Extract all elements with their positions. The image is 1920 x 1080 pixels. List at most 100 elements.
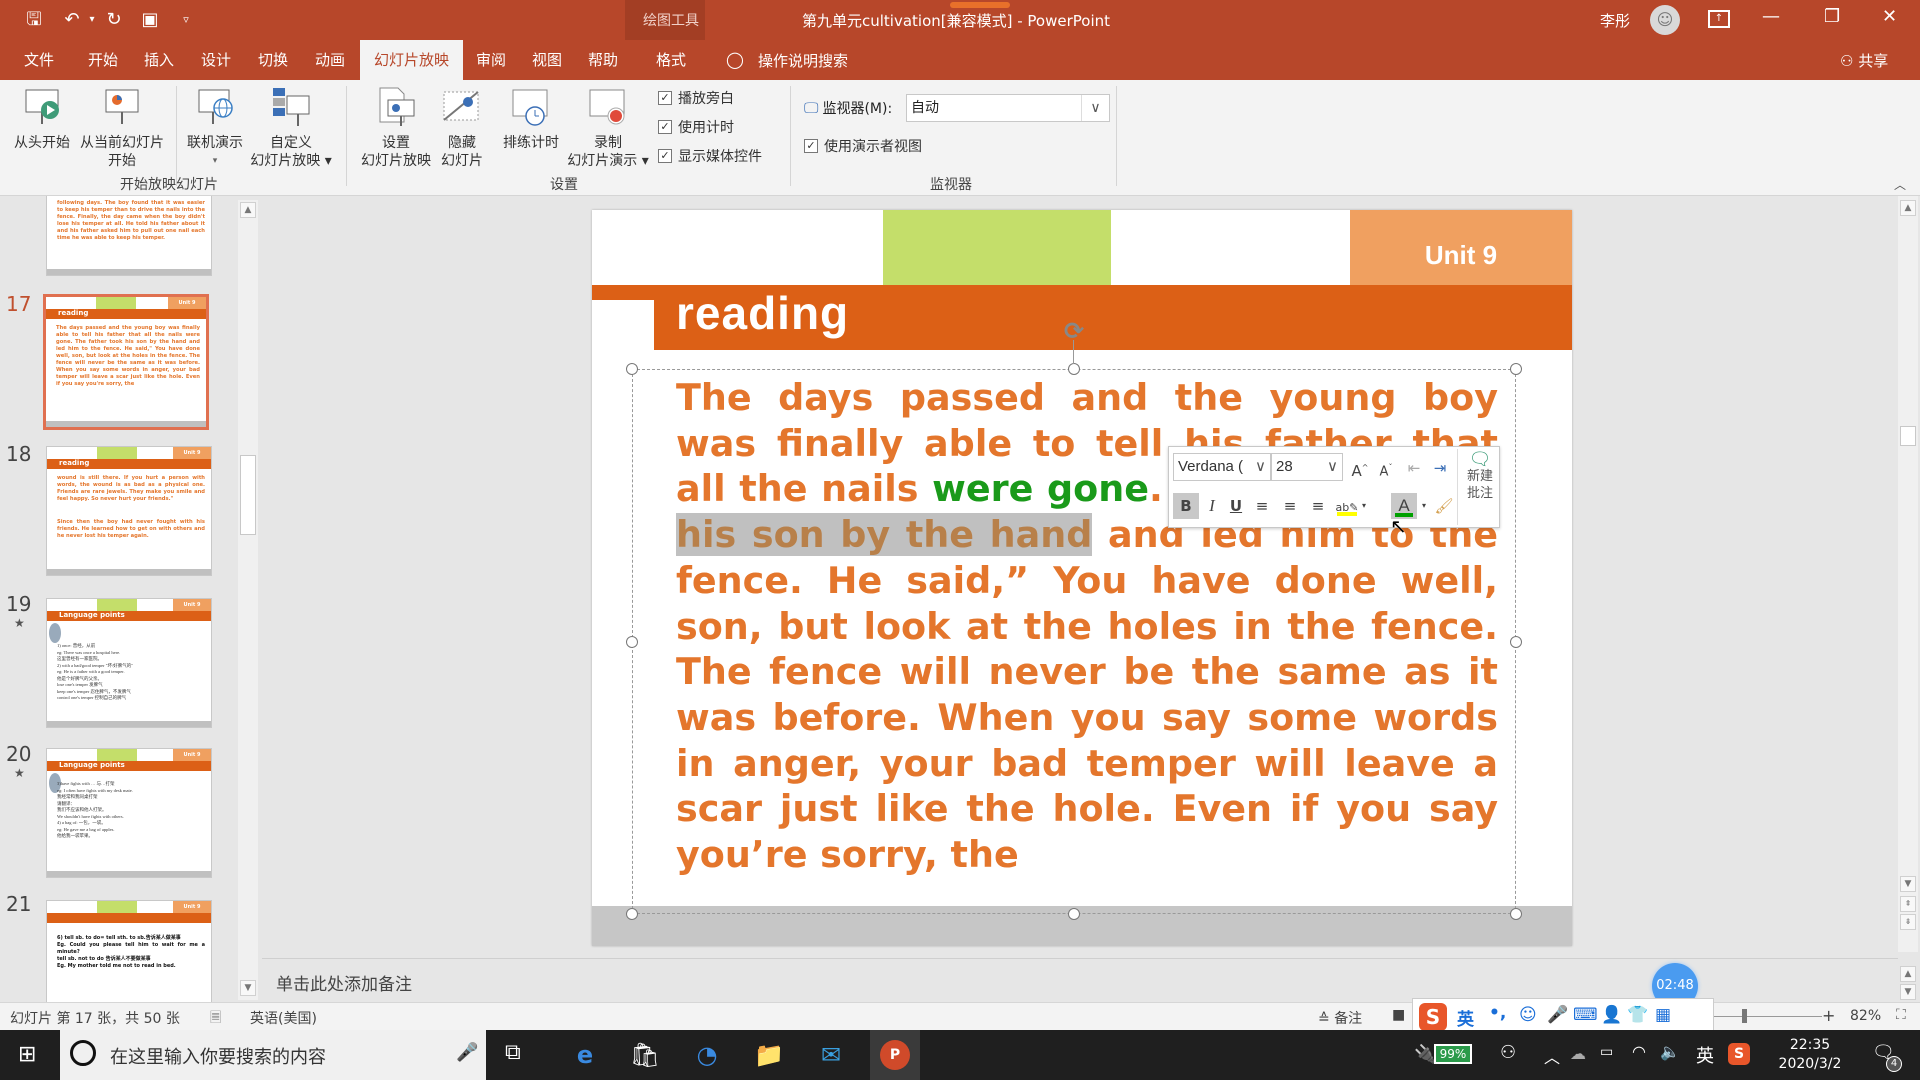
align-center-icon[interactable]: ≡ (1279, 493, 1301, 519)
microphone-icon[interactable]: 🎤 (1547, 1005, 1568, 1025)
align-right-icon[interactable]: ≡ (1307, 493, 1329, 519)
fit-to-window-icon[interactable]: ⛶ (1896, 1007, 1906, 1023)
main-scroll-thumb[interactable] (1900, 426, 1916, 446)
microphone-icon[interactable]: 🎤 (456, 1042, 478, 1063)
resize-handle-bottom[interactable] (1068, 908, 1080, 920)
customize-icon[interactable]: ▿ (174, 8, 198, 32)
undo-dropdown-icon[interactable]: ▾ (80, 8, 104, 32)
bold-button[interactable]: B (1173, 493, 1199, 519)
slide-title[interactable]: reading (676, 286, 849, 340)
tab-transitions[interactable]: 切换 (248, 40, 298, 80)
notes-placeholder[interactable]: 单击此处添加备注 (276, 970, 412, 995)
set-up-slide-show-button[interactable]: 设置 幻灯片放映 (354, 86, 438, 170)
tab-format[interactable]: 格式 (646, 40, 696, 80)
tab-view[interactable]: 视图 (522, 40, 572, 80)
slide-thumbnail-16[interactable]: following days. The boy found that it wa… (46, 196, 212, 276)
thumbnail-scrollbar[interactable]: ▲ ▼ (238, 200, 258, 1000)
slide-thumbnail-17[interactable]: Unit 9 reading The days passed and the y… (43, 294, 209, 430)
toolbox-icon[interactable]: ▦ (1655, 1005, 1671, 1025)
shrink-font-button[interactable]: Aˇ (1375, 455, 1397, 481)
mail-icon[interactable]: ✉ (811, 1038, 851, 1072)
italic-button[interactable]: I (1201, 493, 1223, 519)
zoom-percent[interactable]: 82% (1850, 1008, 1881, 1024)
user-lock-icon[interactable]: 👤 (1601, 1005, 1622, 1025)
skin-icon[interactable]: 👕 (1627, 1005, 1648, 1025)
resize-handle-left[interactable] (626, 636, 638, 648)
resize-handle-top[interactable] (1068, 363, 1080, 375)
store-icon[interactable]: 🛍 (625, 1038, 665, 1072)
font-name-select[interactable]: Verdana ( ∨ (1173, 453, 1271, 481)
file-explorer-icon[interactable]: 📁 (749, 1038, 789, 1072)
new-comment-button[interactable]: 🗨 新建 批注 (1461, 451, 1499, 502)
scroll-down-icon[interactable]: ▼ (240, 980, 256, 996)
redo-icon[interactable]: ↻ (102, 8, 126, 32)
scroll-up-icon[interactable]: ▲ (240, 202, 256, 218)
chevron-down-icon[interactable]: ∨ (1327, 454, 1338, 480)
tab-help[interactable]: 帮助 (578, 40, 628, 80)
clock[interactable]: 22:35 2020/3/2 (1770, 1036, 1850, 1074)
windows-start-icon[interactable]: ⊞ (18, 1042, 36, 1067)
restore-button[interactable]: ❐ (1824, 6, 1840, 27)
ime-punctuation[interactable]: •, (1489, 1003, 1506, 1023)
tell-me-search[interactable]: 操作说明搜索 (758, 50, 848, 71)
next-slide-icon[interactable]: ⇟ (1900, 914, 1916, 930)
play-narrations-checkbox[interactable]: ✓ 播放旁白 (658, 88, 734, 108)
volume-icon[interactable]: 🔈 (1660, 1042, 1680, 1061)
tab-design[interactable]: 设计 (191, 40, 241, 80)
scroll-up-icon[interactable]: ▲ (1900, 200, 1916, 216)
ime-language[interactable]: 英 (1457, 1005, 1474, 1030)
spell-check-icon[interactable]: 🗏 (210, 1007, 221, 1031)
tab-slide-show[interactable]: 幻灯片放映 (360, 40, 464, 80)
avatar[interactable]: ☺ (1650, 5, 1680, 35)
notes-toggle-button[interactable]: ≙ 备注 (1318, 1008, 1362, 1028)
edge-icon[interactable]: e (565, 1038, 605, 1072)
tab-home[interactable]: 开始 (78, 40, 128, 80)
tab-review[interactable]: 审阅 (466, 40, 516, 80)
present-online-button[interactable]: 联机演示 ▾ (180, 86, 250, 170)
emoji-icon[interactable]: ☺ (1519, 1005, 1537, 1025)
font-size-select[interactable]: 28 ∨ (1271, 453, 1343, 481)
slide-thumbnail-18[interactable]: Unit 9 reading wound is still there. If … (46, 446, 212, 576)
underline-button[interactable]: U (1225, 493, 1247, 519)
wifi-icon[interactable]: ◠ (1632, 1042, 1646, 1061)
present-icon[interactable]: ▣ (138, 8, 162, 32)
increase-indent-icon[interactable]: ⇥ (1429, 455, 1451, 481)
custom-slide-show-button[interactable]: 自定义 幻灯片放映 ▾ (248, 86, 334, 170)
tab-file[interactable]: 文件 (14, 40, 64, 80)
slide-thumbnail-20[interactable]: Unit 9 Language points 3)have fights wit… (46, 748, 212, 878)
hide-slide-button[interactable]: 隐藏 幻灯片 (438, 86, 486, 170)
clock-app-icon[interactable]: ◔ (687, 1038, 727, 1072)
rotate-handle-icon[interactable]: ⟳ (1061, 318, 1087, 344)
slide-thumbnail-21[interactable]: Unit 9 6) tell sb. to do= tell sth. to s… (46, 900, 212, 1002)
onedrive-icon[interactable]: ☁ (1570, 1044, 1586, 1063)
monitor-select[interactable]: 自动 ∨ (906, 94, 1110, 122)
resize-handle-right[interactable] (1510, 636, 1522, 648)
show-media-controls-checkbox[interactable]: ✓ 显示媒体控件 (658, 146, 762, 166)
notes-scroll-down-icon[interactable]: ▼ (1900, 984, 1916, 1000)
format-painter-icon[interactable]: 🖌 (1433, 493, 1455, 519)
highlight-color-button[interactable]: ab✎ (1335, 493, 1359, 519)
save-icon[interactable]: 🖫 (22, 8, 46, 32)
taskbar-search-box[interactable]: 在这里输入你要搜索的内容 🎤 (60, 1030, 486, 1080)
grow-font-button[interactable]: A^ (1349, 455, 1371, 481)
thumbnail-scroll-thumb[interactable] (240, 455, 256, 535)
highlight-dropdown-icon[interactable]: ▾ (1359, 493, 1369, 519)
battery-indicator[interactable]: 99% (1434, 1044, 1472, 1064)
rehearse-timings-button[interactable]: 排练计时 (496, 86, 566, 152)
scroll-down-icon[interactable]: ▼ (1900, 876, 1916, 892)
keyboard-icon[interactable]: ⌨ (1573, 1005, 1598, 1025)
zoom-slider-thumb[interactable] (1741, 1009, 1747, 1023)
resize-handle-top-right[interactable] (1510, 363, 1522, 375)
align-left-icon[interactable]: ≡ (1251, 493, 1273, 519)
sogou-logo-icon[interactable]: S (1419, 1003, 1447, 1031)
from-current-slide-button[interactable]: 从当前幻灯片 开始 (76, 86, 168, 170)
minimize-button[interactable]: — (1762, 6, 1780, 27)
ribbon-display-icon[interactable]: ↑ (1708, 10, 1730, 28)
resize-handle-bottom-right[interactable] (1510, 908, 1522, 920)
decrease-indent-icon[interactable]: ⇤ (1403, 455, 1425, 481)
presenter-view-checkbox[interactable]: ✓ 使用演示者视图 (804, 136, 922, 156)
battery-icon[interactable]: ▭ (1600, 1044, 1613, 1060)
close-button[interactable]: ✕ (1882, 6, 1897, 27)
powerpoint-taskbar-button[interactable]: P (870, 1030, 920, 1080)
tab-animations[interactable]: 动画 (305, 40, 355, 80)
